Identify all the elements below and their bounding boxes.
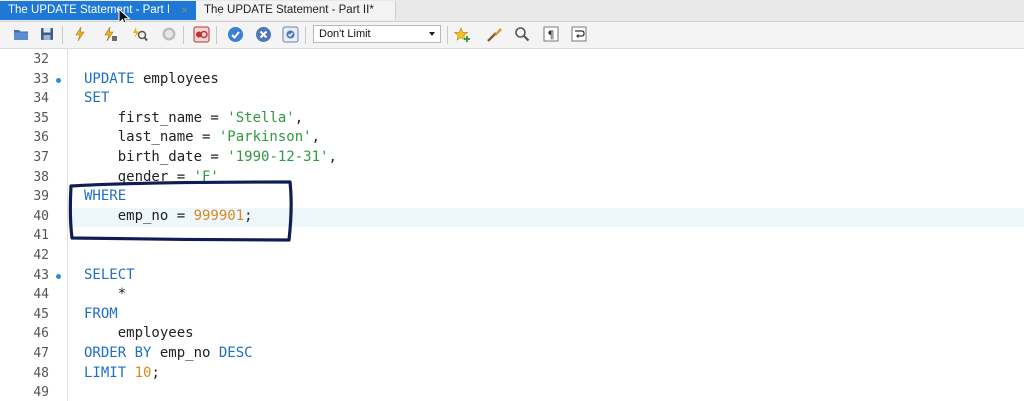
hand-drawn-annotation-box [68, 180, 293, 242]
